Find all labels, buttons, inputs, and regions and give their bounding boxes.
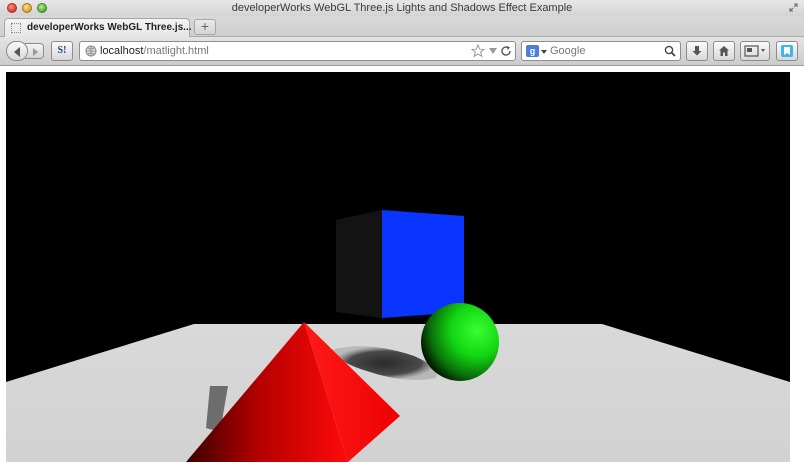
sidebar-menu-button[interactable] <box>740 41 770 61</box>
cube-left-face <box>336 210 382 318</box>
globe-icon <box>85 45 97 57</box>
tab-active[interactable]: developerWorks WebGL Three.js... <box>4 18 192 37</box>
addon-icon <box>781 45 793 57</box>
fullscreen-icon[interactable] <box>789 3 798 12</box>
url-path: /matlight.html <box>143 45 209 57</box>
search-bar[interactable]: g Google <box>521 41 681 61</box>
search-engine-google-icon[interactable]: g <box>526 45 539 57</box>
url-history-dropdown-icon[interactable] <box>489 48 497 54</box>
downloads-button[interactable] <box>686 41 708 61</box>
home-button[interactable] <box>713 41 735 61</box>
page-favicon-icon <box>11 23 21 33</box>
reload-icon[interactable] <box>500 45 512 57</box>
back-arrow-icon <box>14 47 20 57</box>
home-icon <box>719 46 729 56</box>
extension-logo-icon: S! <box>57 45 67 56</box>
window-title: developerWorks WebGL Three.js Lights and… <box>231 2 573 14</box>
webgl-canvas[interactable] <box>6 72 790 462</box>
new-tab-button[interactable]: + <box>194 19 216 35</box>
search-engine-dropdown-icon[interactable] <box>541 50 547 54</box>
search-icon[interactable] <box>664 45 676 57</box>
browser-window: developerWorks WebGL Three.js Lights and… <box>0 0 804 468</box>
sphere <box>421 303 499 381</box>
url-text[interactable]: localhost/matlight.html <box>100 45 209 57</box>
addon-button[interactable] <box>776 41 798 61</box>
back-button[interactable] <box>6 41 28 61</box>
back-forward-group <box>6 41 46 61</box>
url-bar[interactable]: localhost/matlight.html <box>79 41 516 61</box>
tab-bar: developerWorks WebGL Three.js... + <box>0 16 804 37</box>
scene-render <box>6 72 790 462</box>
title-bar: developerWorks WebGL Three.js Lights and… <box>0 0 804 16</box>
search-input[interactable]: Google <box>550 45 585 57</box>
cube-front-face <box>382 210 464 318</box>
page-content <box>0 66 804 468</box>
bookmark-star-icon[interactable] <box>471 44 485 58</box>
window-menu-icon <box>744 45 765 57</box>
navigation-toolbar: S! localhost/matlight.html g Google <box>0 37 804 66</box>
download-icon <box>692 46 702 56</box>
url-host: localhost <box>100 45 144 57</box>
tab-label: developerWorks WebGL Three.js... <box>27 22 192 33</box>
extension-button[interactable]: S! <box>51 41 73 61</box>
